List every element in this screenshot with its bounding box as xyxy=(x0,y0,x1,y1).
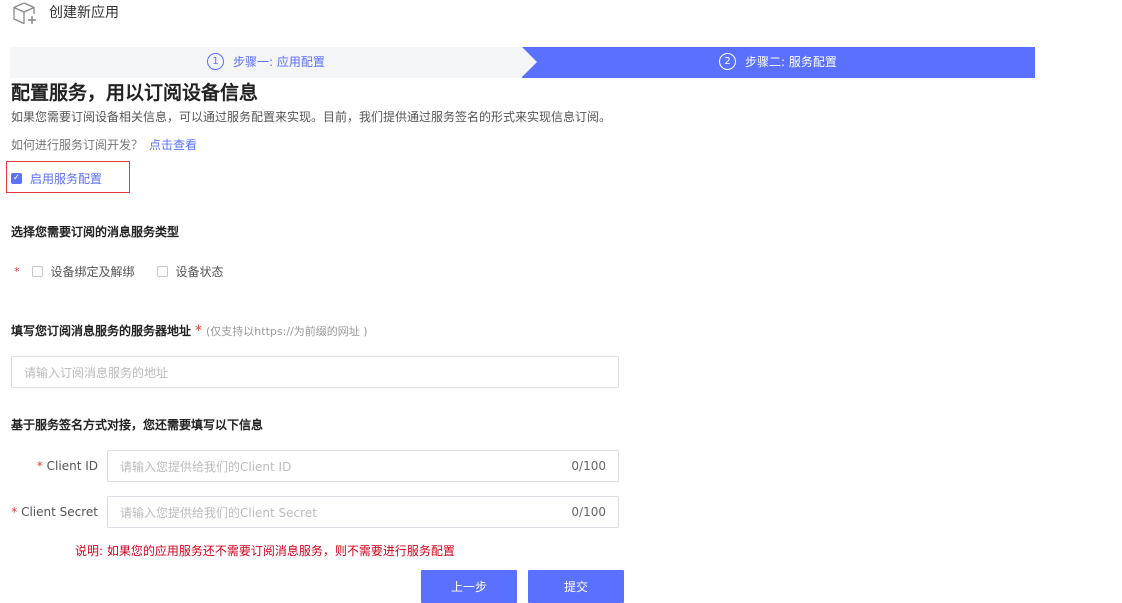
message-types-title: 选择您需要订阅的消息服务类型 xyxy=(11,225,180,239)
step-label: 步骤一: 应用配置 xyxy=(233,55,325,69)
warning-note: 说明: 如果您的应用服务还不需要订阅消息服务，则不需要进行服务配置 xyxy=(75,544,455,558)
option-device-status[interactable]: 设备状态 xyxy=(156,263,224,280)
checkbox-icon[interactable] xyxy=(31,266,43,277)
required-mark: * xyxy=(11,505,18,519)
client-secret-label: * Client Secret xyxy=(10,504,98,520)
option-bind-unbind[interactable]: 设备绑定及解绑 xyxy=(31,263,135,280)
enable-service-checkbox[interactable]: ✓ 启用服务配置 xyxy=(11,170,102,187)
section-heading: 配置服务，用以订阅设备信息 xyxy=(11,82,259,104)
enable-service-label: 启用服务配置 xyxy=(30,172,103,186)
section-description: 如果您需要订阅设备相关信息，可以通过服务配置来实现。目前，我们提供通过服务签名的… xyxy=(11,110,612,124)
signature-title: 基于服务签名方式对接，您还需要填写以下信息 xyxy=(11,418,264,432)
steps-bar: 1 步骤一: 应用配置 2 步骤二: 服务配置 xyxy=(10,47,1035,78)
server-address-title: 填写您订阅消息服务的服务器地址 * (仅支持以https://为前缀的网址 ) xyxy=(11,323,368,340)
prev-step-button[interactable]: 上一步 xyxy=(421,570,517,603)
char-counter: 0/100 xyxy=(571,459,606,473)
client-secret-input[interactable]: 请输入您提供给我们的Client Secret 0/100 xyxy=(107,496,619,528)
message-types-options: * 设备绑定及解绑 设备状态 xyxy=(14,263,224,280)
option-label: 设备状态 xyxy=(175,265,224,279)
view-docs-link[interactable]: 点击查看 xyxy=(149,138,197,152)
input-placeholder: 请输入您提供给我们的Client Secret xyxy=(120,505,317,520)
required-mark: * xyxy=(195,323,203,339)
step-service-config[interactable]: 2 步骤二: 服务配置 xyxy=(522,47,1035,78)
howto-line: 如何进行服务订阅开发？ 点击查看 xyxy=(11,137,197,153)
client-id-label: * Client ID xyxy=(30,458,98,474)
required-mark: * xyxy=(14,265,20,278)
howto-text: 如何进行服务订阅开发？ xyxy=(11,138,144,152)
char-counter: 0/100 xyxy=(571,505,606,519)
input-placeholder: 请输入您提供给我们的Client ID xyxy=(120,459,292,474)
client-secret-label-text: Client Secret xyxy=(21,505,98,519)
required-mark: * xyxy=(36,459,43,473)
step-arrow xyxy=(522,47,537,77)
checkbox-checked-icon[interactable]: ✓ xyxy=(11,173,22,184)
step-app-config[interactable]: 1 步骤一: 应用配置 xyxy=(10,47,522,78)
client-id-input[interactable]: 请输入您提供给我们的Client ID 0/100 xyxy=(107,450,619,482)
page-title: 创建新应用 xyxy=(49,5,119,21)
client-id-label-text: Client ID xyxy=(46,459,98,473)
server-address-label: 填写您订阅消息服务的服务器地址 xyxy=(11,324,192,338)
step-number: 1 xyxy=(207,53,224,70)
cube-add-icon xyxy=(12,2,38,26)
step-label: 步骤二: 服务配置 xyxy=(745,55,837,69)
server-address-input[interactable]: 请输入订阅消息服务的地址 xyxy=(11,356,619,388)
checkbox-icon[interactable] xyxy=(156,266,168,277)
step-number: 2 xyxy=(719,53,736,70)
submit-button[interactable]: 提交 xyxy=(528,570,624,603)
option-label: 设备绑定及解绑 xyxy=(50,265,135,279)
input-placeholder: 请输入订阅消息服务的地址 xyxy=(24,365,169,380)
server-address-note: (仅支持以https://为前缀的网址 ) xyxy=(206,325,368,338)
